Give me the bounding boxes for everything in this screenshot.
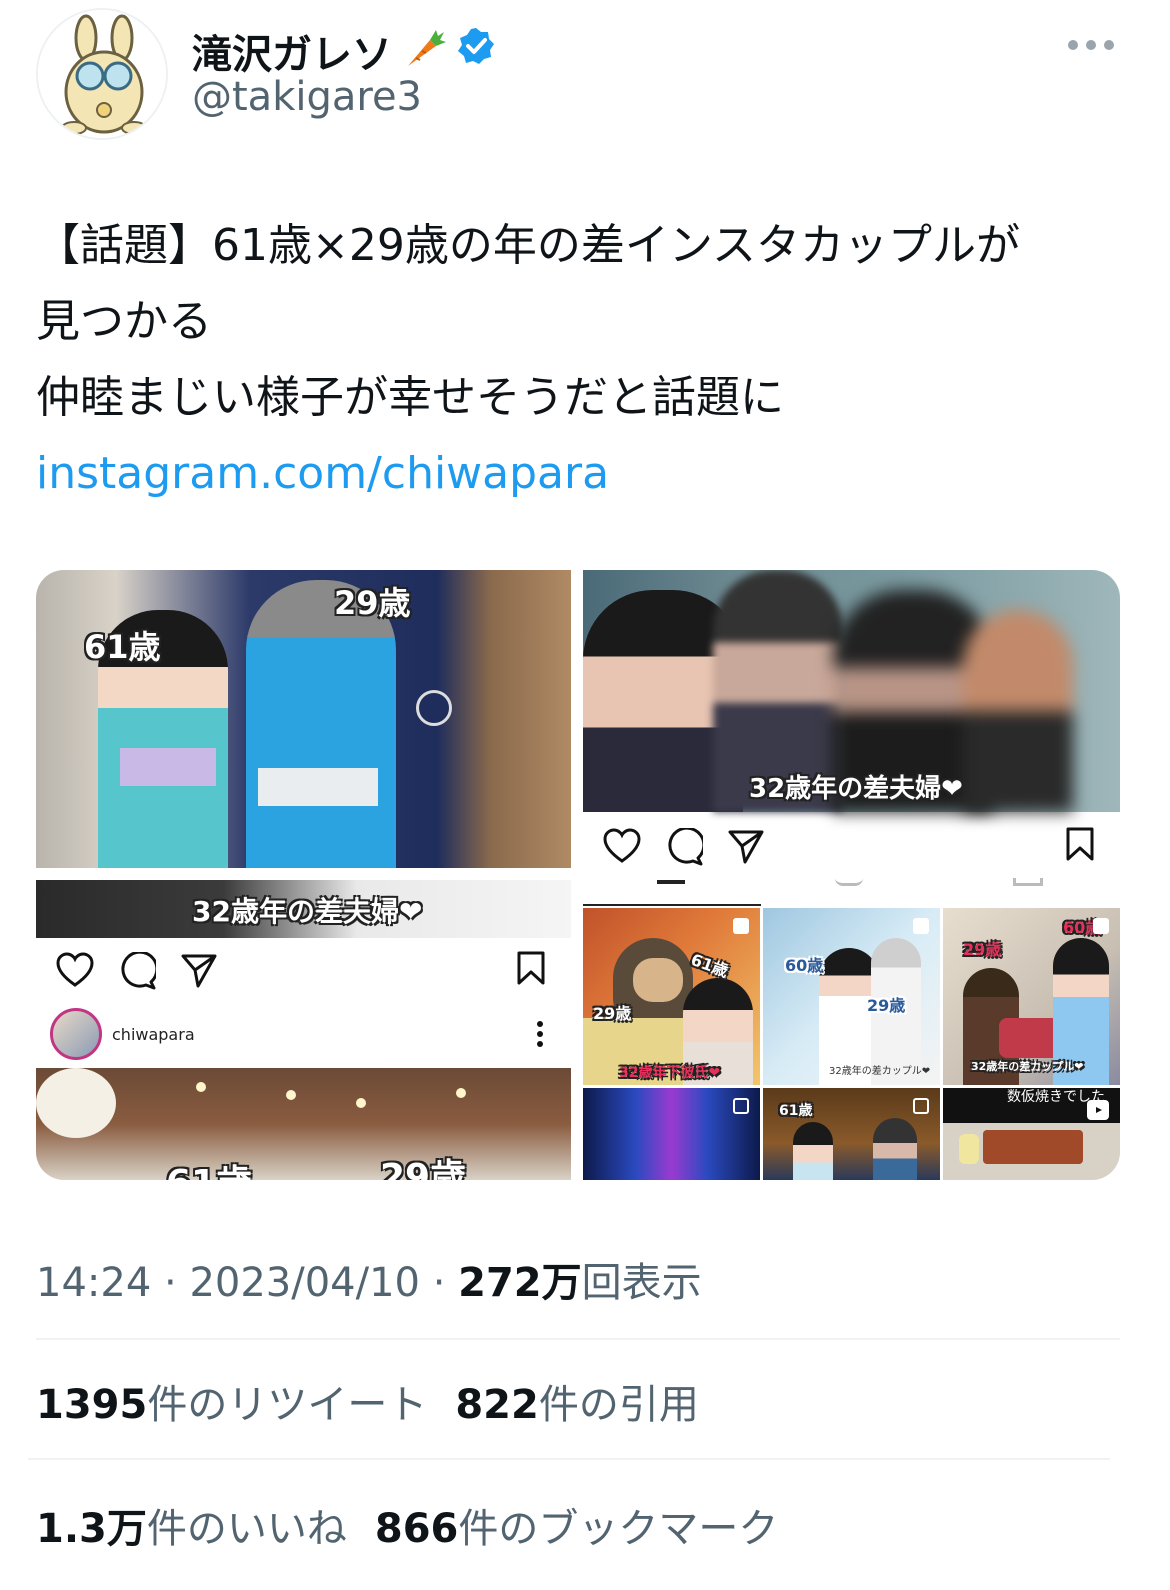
meta-separator-2: · bbox=[419, 1260, 459, 1306]
grid2-label-29: 29歳 bbox=[867, 996, 906, 1015]
like-icon[interactable] bbox=[603, 828, 641, 868]
photo-label-61: 61歳 bbox=[84, 628, 161, 666]
divider-1 bbox=[36, 1338, 1120, 1340]
author-handle[interactable]: @takigare3 bbox=[192, 74, 422, 120]
tweet-text: 【話題】61歳×29歳の年の差インスタカップルが 見つかる 仲睦まじい様子が幸せ… bbox=[36, 208, 1136, 512]
more-vertical-icon[interactable] bbox=[536, 1020, 544, 1052]
carrot-emoji-icon bbox=[400, 22, 448, 80]
verified-badge-icon bbox=[456, 26, 496, 76]
comment-icon[interactable] bbox=[118, 950, 159, 994]
grid2-label-60: 60歳 bbox=[785, 956, 824, 975]
retweets-count: 1395 bbox=[36, 1382, 148, 1428]
tweet-date[interactable]: 2023/04/10 bbox=[189, 1260, 420, 1306]
more-dots-icon[interactable] bbox=[1068, 30, 1114, 60]
tweet-meta: 14:24 · 2023/04/10 · 272万回表示 bbox=[36, 1250, 702, 1308]
tweet-time[interactable]: 14:24 bbox=[36, 1260, 151, 1306]
instagram-username[interactable]: chiwapara bbox=[112, 1025, 195, 1044]
likes-count: 1.3万 bbox=[36, 1506, 147, 1552]
caption-strip: 32歳年の差夫婦❤ bbox=[36, 880, 571, 938]
photo-label-29: 29歳 bbox=[334, 584, 411, 622]
reels-icon bbox=[1087, 1100, 1109, 1120]
likes-label: 件のいいね bbox=[146, 1506, 347, 1552]
bookmark-icon[interactable] bbox=[1065, 826, 1095, 866]
stats-row-1: 1395件のリツイート 822件の引用 bbox=[36, 1372, 699, 1430]
tweet-link[interactable]: instagram.com/chiwapara bbox=[36, 448, 609, 499]
tweet-line-1: 【話題】61歳×29歳の年の差インスタカップルが bbox=[36, 220, 1020, 271]
author-name-row[interactable]: 滝沢ガレソ bbox=[192, 22, 496, 80]
views-count: 272万 bbox=[458, 1260, 582, 1306]
bookmarks-count: 866 bbox=[374, 1506, 459, 1552]
grid-tile-5[interactable]: 61歳 bbox=[763, 1088, 940, 1180]
caption-text: 32歳年の差夫婦❤ bbox=[192, 895, 423, 928]
share-icon[interactable] bbox=[727, 828, 765, 870]
media-image-1[interactable]: 61歳 29歳 32歳年の差夫婦❤ chiwapara 29歳 bbox=[36, 570, 571, 1180]
instagram-user-avatar[interactable] bbox=[50, 1008, 102, 1060]
grid-tile-1[interactable]: 61歳 29歳 32歳年下彼氏❤ bbox=[583, 908, 760, 1085]
photo-kimono-couple: 61歳 29歳 bbox=[36, 570, 571, 868]
share-icon[interactable] bbox=[180, 952, 218, 994]
views-label: 回表示 bbox=[581, 1260, 702, 1306]
grid-tile-6[interactable]: 数仮焼きでした bbox=[943, 1088, 1120, 1180]
meta-separator-1: · bbox=[151, 1260, 190, 1306]
grid-tile-2[interactable]: 60歳 29歳 32歳年の差カップル❤ bbox=[763, 908, 940, 1085]
quotes-count: 822 bbox=[455, 1382, 539, 1428]
grid3-label-29: 29歳 bbox=[963, 940, 1002, 959]
bookmark-icon[interactable] bbox=[516, 950, 546, 990]
likes-stat[interactable]: 1.3万件のいいね bbox=[36, 1506, 347, 1552]
quotes-label: 件の引用 bbox=[538, 1382, 699, 1428]
photo-label-29b: 29歳 bbox=[380, 1157, 467, 1180]
grid1-label-61: 61歳 bbox=[688, 949, 731, 981]
divider-2 bbox=[28, 1458, 1110, 1460]
media-image-2[interactable]: 32歳年の差夫婦❤ 61歳 29歳 32歳年下彼氏❤ 60歳 29歳 32歳年の… bbox=[583, 570, 1120, 1180]
retweets-label: 件のリツイート bbox=[147, 1382, 428, 1428]
photo-restaurant: 61歳 29歳 bbox=[36, 1068, 571, 1180]
grid3-caption: 32歳年の差カップル❤ bbox=[971, 1060, 1084, 1073]
tweet-media[interactable]: 61歳 29歳 32歳年の差夫婦❤ chiwapara 29歳 32歳年の差夫婦… bbox=[36, 570, 1120, 1180]
caption-text-2: 32歳年の差夫婦❤ bbox=[749, 774, 963, 804]
author-display-name[interactable]: 滝沢ガレソ bbox=[192, 22, 392, 80]
grid-tile-3[interactable]: 60歳 29歳 32歳年の差カップル❤ bbox=[943, 908, 1120, 1085]
like-icon[interactable] bbox=[56, 952, 94, 992]
grid5-label-61: 61歳 bbox=[779, 1103, 813, 1119]
grid1-label-29: 29歳 bbox=[593, 1004, 632, 1023]
stats-row-2: 1.3万件のいいね 866件のブックマーク bbox=[36, 1496, 778, 1554]
retweets-stat[interactable]: 1395件のリツイート bbox=[36, 1382, 427, 1428]
grid-tile-4[interactable] bbox=[583, 1088, 760, 1180]
photo-couple-selfie: 32歳年の差夫婦❤ bbox=[583, 570, 1120, 812]
grid2-caption: 32歳年の差カップル❤ bbox=[829, 1066, 931, 1077]
tweet-line-3: 仲睦まじい様子が幸せそうだと話題に bbox=[36, 372, 784, 423]
bookmarks-stat[interactable]: 866件のブックマーク bbox=[375, 1506, 779, 1552]
rabbit-avatar-image bbox=[38, 10, 166, 138]
profile-tab-bar bbox=[583, 872, 1120, 906]
photo-label-61b: 61歳 bbox=[166, 1154, 252, 1180]
bookmarks-label: 件のブックマーク bbox=[458, 1506, 779, 1552]
avatar[interactable] bbox=[36, 8, 168, 140]
comment-icon[interactable] bbox=[665, 826, 706, 870]
quotes-stat[interactable]: 822件の引用 bbox=[455, 1382, 699, 1428]
tweet-line-2: 見つかる bbox=[36, 296, 212, 347]
grid1-caption: 32歳年下彼氏❤ bbox=[619, 1065, 721, 1081]
